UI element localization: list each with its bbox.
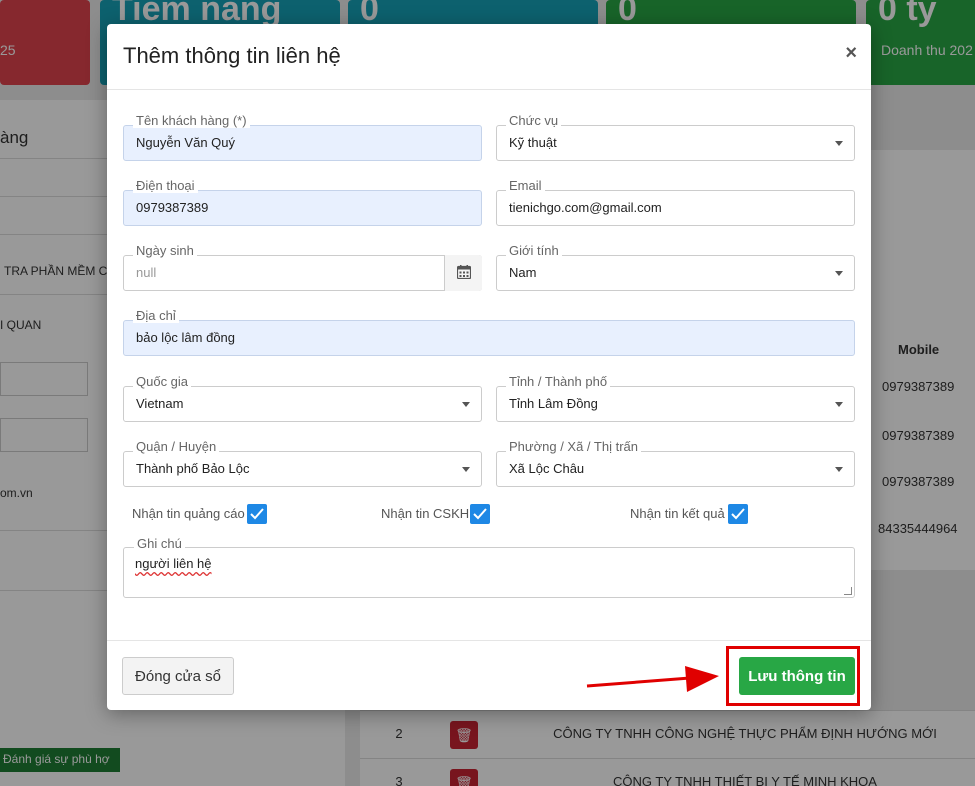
resize-handle-icon[interactable]	[844, 587, 852, 595]
field-label: Giới tính	[506, 243, 562, 258]
caret-down-icon	[835, 402, 843, 407]
gender-value[interactable]: Nam	[496, 255, 855, 291]
customer-name-input[interactable]: Nguyễn Văn Quý	[123, 125, 482, 161]
checkbox-label-ads: Nhận tin quảng cáo	[132, 506, 245, 521]
phone-field[interactable]: Điện thoại 0979387389	[123, 178, 482, 226]
country-value[interactable]: Vietnam	[123, 386, 482, 422]
caret-down-icon	[835, 467, 843, 472]
field-label: Quốc gia	[133, 374, 192, 389]
caret-down-icon	[462, 467, 470, 472]
field-label: Quận / Huyện	[133, 439, 220, 454]
district-value[interactable]: Thành phố Bảo Lộc	[123, 451, 482, 487]
birthday-input[interactable]: null	[123, 255, 482, 291]
close-icon[interactable]: ×	[845, 42, 857, 65]
checkbox-results[interactable]	[728, 504, 748, 524]
email-field[interactable]: Email tienichgo.com@gmail.com	[496, 178, 855, 226]
notes-value[interactable]: người liên hệ	[135, 556, 212, 571]
district-select[interactable]: Quận / Huyện Thành phố Bảo Lộc	[123, 439, 482, 487]
field-label: Ngày sinh	[133, 243, 197, 258]
field-label: Email	[506, 178, 545, 193]
caret-down-icon	[835, 271, 843, 276]
field-label: Phường / Xã / Thị trấn	[506, 439, 641, 454]
modal-title: Thêm thông tin liên hệ	[123, 43, 341, 68]
checkbox-ads[interactable]	[247, 504, 267, 524]
ward-value[interactable]: Xã Lộc Châu	[496, 451, 855, 487]
close-window-button[interactable]: Đóng cửa sổ	[122, 657, 234, 695]
province-value[interactable]: Tỉnh Lâm Đồng	[496, 386, 855, 422]
add-contact-modal: Thêm thông tin liên hệ × Tên khách hàng …	[107, 24, 871, 710]
calendar-icon[interactable]	[444, 255, 482, 291]
modal-footer: Đóng cửa sổ Lưu thông tin	[107, 640, 871, 710]
ward-select[interactable]: Phường / Xã / Thị trấn Xã Lộc Châu	[496, 439, 855, 487]
field-label: Tên khách hàng (*)	[133, 113, 250, 128]
field-label: Địa chỉ	[133, 308, 179, 323]
caret-down-icon	[462, 402, 470, 407]
checkbox-label-cskh: Nhận tin CSKH	[381, 506, 470, 521]
province-select[interactable]: Tỉnh / Thành phố Tỉnh Lâm Đồng	[496, 374, 855, 422]
checkbox-label-results: Nhận tin kết quả	[630, 506, 725, 521]
field-label: Điện thoại	[133, 178, 198, 193]
country-select[interactable]: Quốc gia Vietnam	[123, 374, 482, 422]
notes-textarea[interactable]: Ghi chú người liên hệ	[123, 536, 855, 598]
position-select[interactable]: Chức vụ Kỹ thuật	[496, 113, 855, 161]
modal-header: Thêm thông tin liên hệ ×	[107, 24, 871, 90]
gender-select[interactable]: Giới tính Nam	[496, 243, 855, 291]
birthday-field[interactable]: Ngày sinh null	[123, 243, 482, 291]
field-label: Chức vụ	[506, 113, 562, 128]
address-field[interactable]: Địa chỉ bảo lộc lâm đồng	[123, 308, 855, 356]
field-label: Ghi chú	[134, 536, 185, 551]
customer-name-field[interactable]: Tên khách hàng (*) Nguyễn Văn Quý	[123, 113, 482, 161]
address-input[interactable]: bảo lộc lâm đồng	[123, 320, 855, 356]
arrow-icon	[586, 666, 719, 692]
phone-input[interactable]: 0979387389	[123, 190, 482, 226]
email-input[interactable]: tienichgo.com@gmail.com	[496, 190, 855, 226]
save-info-button[interactable]: Lưu thông tin	[739, 657, 855, 695]
field-label: Tỉnh / Thành phố	[506, 374, 611, 389]
position-value[interactable]: Kỹ thuật	[496, 125, 855, 161]
caret-down-icon	[835, 141, 843, 146]
checkbox-cskh[interactable]	[470, 504, 490, 524]
